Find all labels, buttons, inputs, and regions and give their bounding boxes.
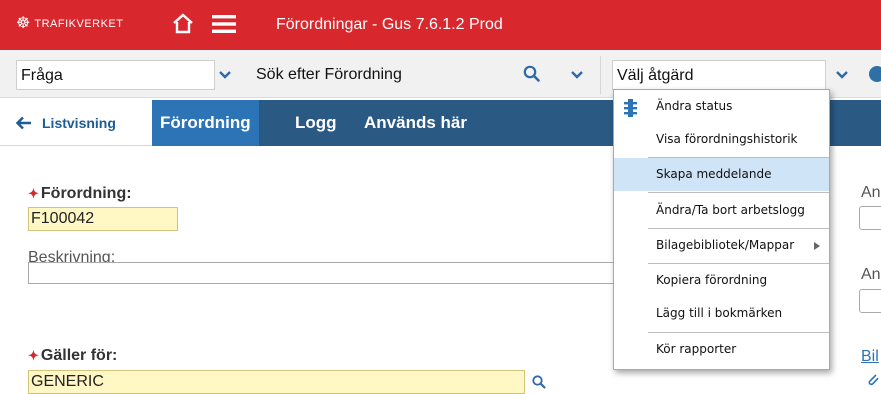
forordning-label-text: Förordning: [40, 185, 132, 202]
search-placeholder: Sök efter Förordning [256, 66, 402, 83]
right-field-input-1[interactable] [859, 206, 881, 230]
galler-for-field[interactable]: GENERIC [28, 370, 525, 394]
right-field-label-1: An [861, 184, 881, 201]
right-field-input-2[interactable] [859, 289, 881, 313]
hamburger-menu-icon[interactable] [212, 13, 236, 35]
menu-item-skapa-meddelande[interactable]: Skapa meddelande [614, 158, 829, 191]
right-field-label-2: An [861, 266, 881, 283]
trafikverket-logo-icon: ☸ [16, 15, 31, 32]
back-tab-label: Listvisning [42, 114, 116, 131]
action-select[interactable]: Välj åtgärd [612, 60, 826, 90]
required-marker-icon: ✦ [28, 186, 39, 201]
menu-item-visa-historik[interactable]: Visa förordningshistorik [614, 123, 829, 156]
action-chevron-down-icon[interactable] [835, 70, 849, 80]
query-select[interactable]: Fråga [16, 60, 215, 90]
menu-divider [648, 192, 829, 193]
menu-item-bokmarken[interactable]: Lägg till i bokmärken [614, 297, 829, 330]
toolbar-divider [600, 56, 601, 94]
search-icon[interactable] [522, 64, 542, 84]
brand-logo[interactable]: ☸ TRAFIKVERKET [16, 14, 123, 34]
menu-item-kor-rapporter[interactable]: Kör rapporter [614, 333, 829, 366]
tab-logg[interactable]: Logg [295, 100, 337, 146]
lookup-search-icon[interactable] [531, 374, 547, 390]
attachments-link[interactable]: Bil [861, 347, 879, 367]
brand-name: TRAFIKVERKET [34, 18, 124, 30]
menu-item-andra-status[interactable]: Ändra status [614, 90, 829, 123]
arrow-left-icon [16, 116, 31, 129]
query-select-value: Fråga [21, 67, 63, 84]
search-options-chevron-icon[interactable] [570, 70, 584, 80]
paperclip-icon[interactable] [866, 372, 880, 386]
galler-for-label: ✦ Gäller för: [28, 346, 117, 366]
app-title: Förordningar - Gus 7.6.1.2 Prod [276, 16, 503, 33]
back-to-list-tab[interactable]: Listvisning [0, 100, 152, 146]
tab-anvands-har[interactable]: Används här [364, 100, 467, 146]
action-dropdown-menu: Ändra status Visa förordningshistorik Sk… [613, 89, 830, 370]
beskrivning-field[interactable] [28, 262, 628, 284]
forordning-label: ✦ Förordning: [28, 184, 132, 204]
menu-item-kopiera[interactable]: Kopiera förordning [614, 264, 829, 297]
forordning-field[interactable]: F100042 [28, 207, 178, 231]
required-marker-icon: ✦ [28, 348, 39, 363]
info-icon[interactable] [869, 66, 881, 82]
action-select-value: Välj åtgärd [617, 67, 694, 84]
tab-forordning[interactable]: Förordning [152, 100, 259, 146]
chevron-down-icon[interactable] [218, 70, 232, 80]
menu-item-bilagebibliotek[interactable]: Bilagebibliotek/Mappar [614, 229, 829, 262]
galler-for-label-text: Gäller för: [40, 347, 118, 364]
home-icon[interactable] [171, 11, 195, 35]
menu-item-arbetslogg[interactable]: Ändra/Ta bort arbetslogg [614, 194, 829, 227]
search-input[interactable]: Sök efter Förordning [256, 60, 504, 90]
submenu-arrow-icon [814, 242, 820, 250]
